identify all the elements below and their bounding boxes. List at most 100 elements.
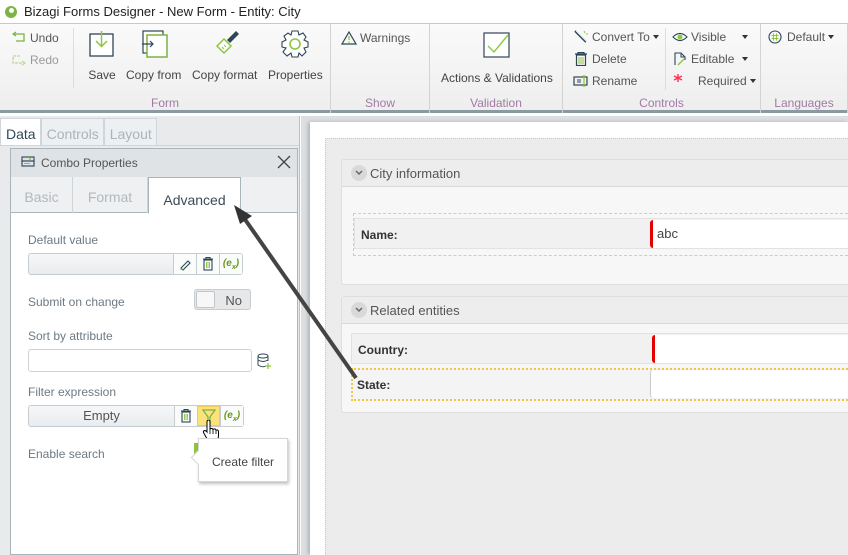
required-dropdown[interactable]: Required [672,74,756,88]
divider [0,145,299,146]
chevron-down-icon [828,35,835,39]
group-label-form: Form [151,96,179,110]
copy-from-button[interactable]: Copy from [126,28,181,82]
field-label: State: [357,378,391,392]
field-row-name[interactable]: Name: abc [354,218,848,249]
submit-on-change-toggle[interactable]: No [194,289,251,310]
trash-icon [573,51,589,67]
chevron-down-icon [652,35,659,39]
chevron-down-icon [742,57,749,61]
expression-icon[interactable]: (ex) [220,406,243,426]
delete-button[interactable]: Delete [573,51,627,67]
toggle-value: No [225,293,242,308]
edit-pencil-icon[interactable] [173,254,196,274]
close-icon[interactable] [275,153,293,171]
wand-icon [573,30,589,44]
group-label-validation: Validation [470,96,522,110]
field-row-state[interactable]: State: [351,368,848,401]
properties-button[interactable]: Properties [268,28,323,82]
tab-advanced[interactable]: Advanced [148,177,241,214]
trash-icon[interactable] [174,406,197,426]
left-panel-tabs: Data Controls Layout [0,118,157,146]
name-input[interactable]: abc [650,220,848,248]
chevron-down-icon[interactable] [351,302,367,318]
default-value-label: Default value [28,233,99,247]
enable-search-label: Enable search [28,447,105,461]
add-attribute-icon[interactable] [257,353,271,372]
rename-button[interactable]: Rename [573,74,637,88]
group-header: Related entities [342,297,848,324]
ribbon-group-show: Warnings Show [331,24,430,113]
create-filter-tooltip: Create filter [198,438,288,482]
tab-format[interactable]: Format [73,177,148,213]
left-panel: Data Controls Layout Combo Properties Ba… [0,116,300,555]
combo-properties-dialog: Combo Properties Basic Format Advanced D… [10,148,298,555]
tab-data[interactable]: Data [0,118,41,146]
paintbrush-icon [209,28,241,60]
warnings-button[interactable]: Warnings [340,30,410,45]
save-icon [86,28,118,60]
default-value-display[interactable] [29,254,173,274]
group-header: City information [342,160,848,187]
ribbon-toolbar: Undo Redo Save Copy from Copy format Pro… [0,24,848,113]
visible-dropdown[interactable]: Visible [672,30,749,44]
tab-basic[interactable]: Basic [11,177,73,213]
required-asterisk-icon [672,74,688,88]
submit-on-change-label: Submit on change [28,295,125,309]
group-label-show: Show [364,96,396,110]
separator [73,28,74,88]
sort-by-attribute-input[interactable] [28,349,252,372]
bizagi-logo-icon [5,5,17,18]
title-bar: Bizagi Forms Designer - New Form - Entit… [0,0,848,24]
actions-validations-button[interactable]: Actions & Validations [441,31,553,85]
convert-to-dropdown[interactable]: Convert To [573,30,659,44]
chevron-down-icon [742,35,749,39]
chevron-down-icon[interactable] [351,165,367,181]
trash-icon[interactable] [196,254,219,274]
redo-icon [11,53,27,67]
ribbon-group-languages: Default Languages [761,24,848,113]
combo-icon [21,155,35,171]
ribbon-group-validation: Actions & Validations Validation [430,24,563,113]
ribbon-group-form: Undo Redo Save Copy from Copy format Pro… [0,24,331,113]
rename-icon [573,74,589,88]
tooltip-text: Create filter [212,455,275,469]
window-title: Bizagi Forms Designer - New Form - Entit… [24,4,301,19]
dialog-tabs: Basic Format Advanced [11,177,297,214]
tab-controls[interactable]: Controls [40,118,104,146]
edit-document-icon [672,52,688,66]
ribbon-group-controls: Convert To Delete Rename Visible Editabl… [563,24,761,113]
group-label-languages: Languages [774,96,834,110]
undo-icon [11,31,27,45]
chevron-down-icon [749,79,756,83]
undo-button[interactable]: Undo [11,31,59,45]
country-combo[interactable] [652,335,848,363]
eye-icon [672,30,688,44]
dialog-header: Combo Properties [11,149,297,177]
checkbox-check-icon [483,31,511,59]
copy-format-button[interactable]: Copy format [192,28,257,82]
language-dropdown[interactable]: Default [768,30,835,44]
field-label: Name: [361,228,398,242]
language-globe-icon [768,30,784,44]
sort-by-attribute-label: Sort by attribute [28,329,113,343]
separator [665,28,666,90]
tab-layout[interactable]: Layout [103,118,157,146]
copy-from-icon [138,28,170,60]
warning-triangle-icon [340,30,358,45]
filter-expression-value[interactable]: Empty [29,406,174,426]
redo-button[interactable]: Redo [11,53,59,67]
dialog-title: Combo Properties [41,156,138,170]
group-title: Related entities [370,302,460,318]
expression-icon[interactable]: (ex) [219,254,242,274]
state-combo[interactable] [650,370,848,398]
editable-dropdown[interactable]: Editable [672,52,749,66]
field-label: Country: [358,343,408,357]
default-value-field: (ex) [28,253,243,275]
group-label-controls: Controls [639,96,684,110]
save-button[interactable]: Save [86,28,118,82]
gear-icon [279,28,311,60]
field-row-country[interactable]: Country: [351,333,848,364]
filter-expression-label: Filter expression [28,385,117,399]
toggle-knob [196,291,215,308]
